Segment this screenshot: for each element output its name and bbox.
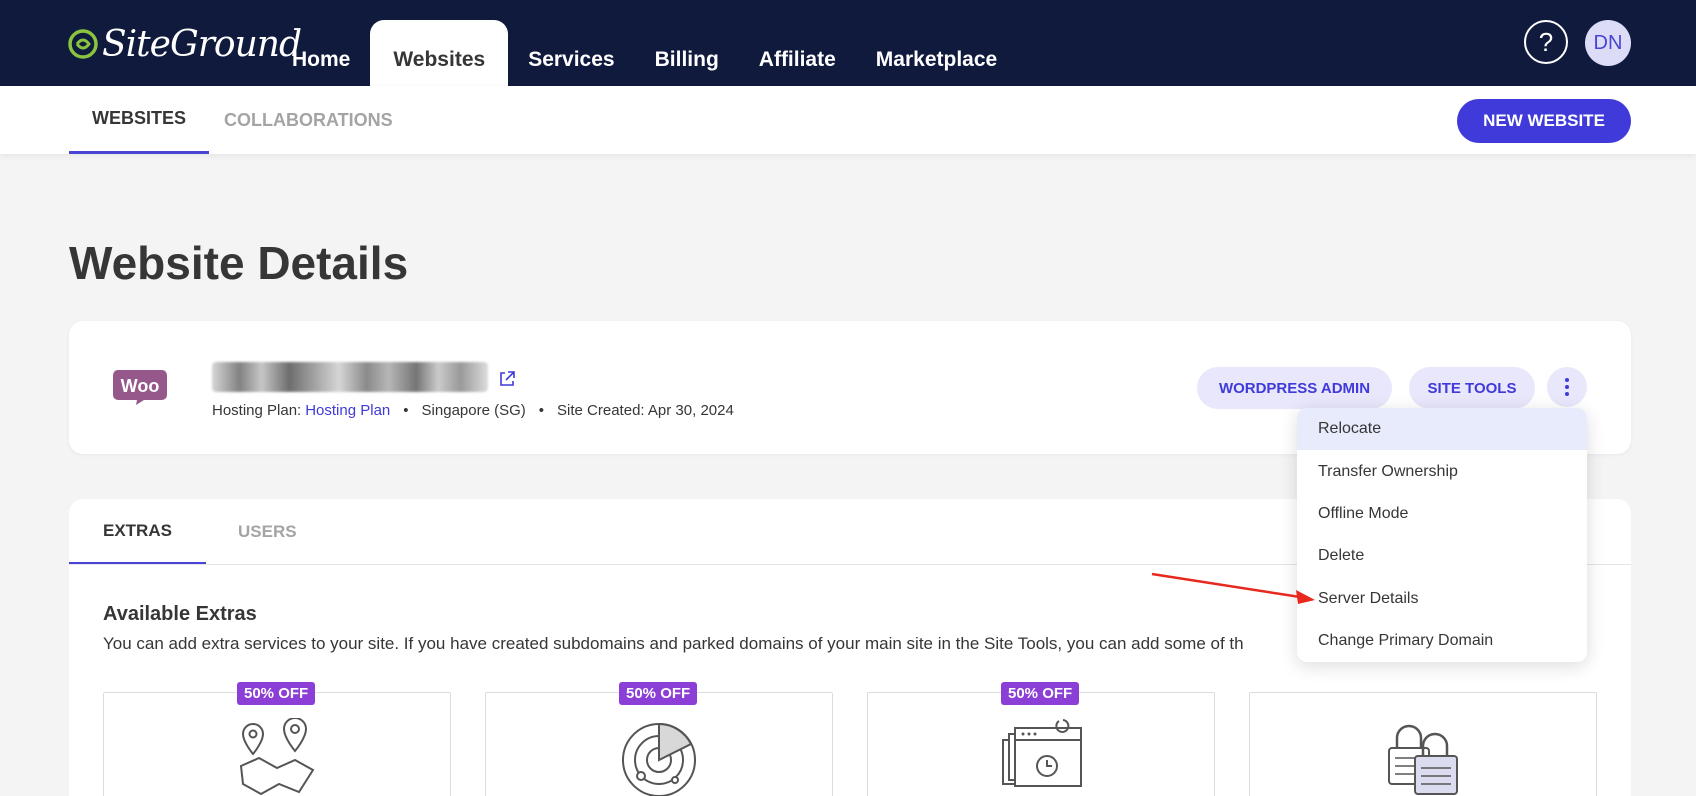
hosting-plan-link[interactable]: Hosting Plan [305,402,390,419]
hosting-plan-label: Hosting Plan: [212,402,302,419]
nav-services[interactable]: Services [508,20,634,86]
more-options-icon[interactable] [1547,367,1587,407]
site-created: Site Created: Apr 30, 2024 [557,402,734,419]
wordpress-admin-button[interactable]: WORDPRESS ADMIN [1197,367,1392,409]
menu-item-server-details[interactable]: Server Details [1297,578,1587,620]
annotation-arrow-icon [1151,572,1315,604]
map-pins-icon [239,718,315,796]
meta-separator: • [538,402,545,419]
avatar[interactable]: DN [1585,20,1631,66]
menu-item-relocate[interactable]: Relocate [1297,408,1587,451]
tab-extras[interactable]: EXTRAS [69,499,206,565]
nav-websites[interactable]: Websites [370,20,509,86]
site-location: Singapore (SG) [421,402,526,419]
nav-affiliate[interactable]: Affiliate [739,20,856,86]
tab-websites[interactable]: WEBSITES [69,86,210,154]
page-title: Website Details [69,237,409,289]
radar-scan-icon [622,722,696,796]
available-extras-description: You can add extra services to your site.… [103,634,1244,653]
siteground-swirl-icon [68,29,98,59]
menu-item-transfer-ownership[interactable]: Transfer Ownership [1297,450,1587,492]
tab-users[interactable]: USERS [238,499,297,565]
meta-separator: • [403,402,409,419]
site-meta: Hosting Plan: Hosting Plan • Singapore (… [212,402,734,419]
menu-item-offline-mode[interactable]: Offline Mode [1297,493,1587,535]
site-tools-button[interactable]: SITE TOOLS [1409,367,1535,409]
woo-logo-text: Woo [121,376,160,396]
available-extras-title: Available Extras [103,603,257,625]
nav-home[interactable]: Home [272,20,370,86]
discount-badge: 50% OFF [237,682,316,705]
discount-badge: 50% OFF [619,682,698,705]
main-nav: Home Websites Services Billing Affiliate… [272,20,1017,86]
nav-marketplace[interactable]: Marketplace [856,20,1017,86]
siteground-logo[interactable]: SiteGround [68,24,302,65]
external-link-icon[interactable] [498,370,516,388]
tab-collaborations[interactable]: COLLABORATIONS [224,86,393,154]
discount-badge: 50% OFF [1001,682,1080,705]
scheduled-backup-icon [1002,719,1082,787]
menu-item-delete[interactable]: Delete [1297,535,1587,577]
menu-item-change-primary-domain[interactable]: Change Primary Domain [1297,620,1587,662]
padlocks-icon [1388,724,1458,795]
help-icon[interactable]: ? [1524,20,1568,64]
site-name-redacted [212,362,488,392]
site-options-menu: Relocate Transfer Ownership Offline Mode… [1297,408,1587,662]
woocommerce-logo: Woo [113,370,167,405]
new-website-button[interactable]: NEW WEBSITE [1457,99,1631,143]
nav-billing[interactable]: Billing [635,20,739,86]
